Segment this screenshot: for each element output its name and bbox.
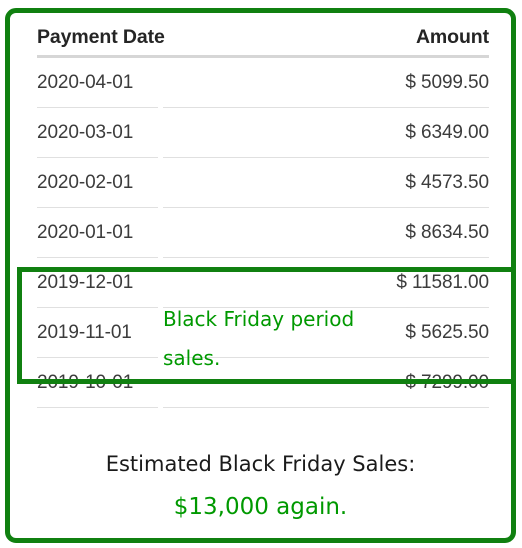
column-header-amount: Amount: [415, 26, 489, 48]
cell-payment-date: 2019-12-01: [37, 271, 134, 293]
table-row[interactable]: 2020-03-01 $ 6349.00: [10, 108, 511, 157]
table-row[interactable]: 2019-10-01 $ 7299.00: [10, 358, 511, 407]
table-header-row: Payment Date Amount: [10, 13, 511, 55]
table-row-highlighted[interactable]: 2019-12-01 $ 11581.00: [10, 258, 511, 307]
estimate-value: $13,000 again.: [173, 494, 348, 520]
table-row[interactable]: 2020-02-01 $ 4573.50: [10, 158, 511, 207]
row-separator: [37, 407, 489, 408]
cell-amount: $ 4573.50: [405, 171, 489, 193]
table-row[interactable]: 2020-01-01 $ 8634.50: [10, 208, 511, 257]
payments-card: Payment Date Amount 2020-04-01 $ 5099.50…: [5, 8, 516, 543]
table-row-highlighted[interactable]: 2019-11-01 $ 5625.50: [10, 308, 511, 357]
cell-payment-date: 2020-03-01: [37, 121, 134, 143]
estimate-footer: Estimated Black Friday Sales: $13,000 ag…: [10, 447, 511, 527]
cell-payment-date: 2019-10-01: [37, 371, 134, 393]
column-header-payment-date: Payment Date: [37, 26, 165, 48]
cell-amount: $ 11581.00: [396, 271, 489, 293]
cell-amount: $ 7299.00: [405, 371, 489, 393]
cell-amount: $ 5099.50: [405, 71, 489, 93]
table-row[interactable]: 2020-04-01 $ 5099.50: [10, 58, 511, 107]
cell-payment-date: 2020-04-01: [37, 71, 134, 93]
cell-payment-date: 2020-02-01: [37, 171, 134, 193]
cell-payment-date: 2020-01-01: [37, 221, 134, 243]
cell-payment-date: 2019-11-01: [37, 321, 132, 343]
cell-amount: $ 6349.00: [405, 121, 489, 143]
cell-amount: $ 8634.50: [405, 221, 489, 243]
estimate-label: Estimated Black Friday Sales:: [105, 452, 416, 476]
payments-table: Payment Date Amount 2020-04-01 $ 5099.50…: [10, 13, 511, 408]
cell-amount: $ 5625.50: [405, 321, 489, 343]
screenshot-root: Payment Date Amount 2020-04-01 $ 5099.50…: [0, 0, 522, 548]
